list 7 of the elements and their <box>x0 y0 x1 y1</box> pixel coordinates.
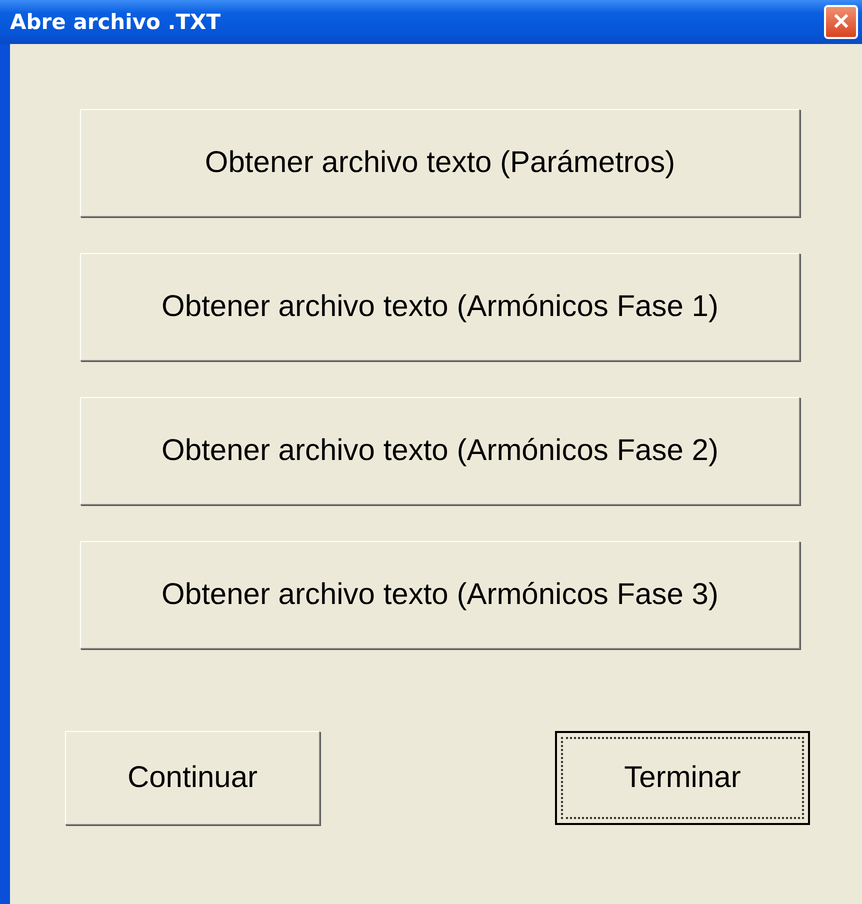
window-title: Abre archivo .TXT <box>10 10 221 34</box>
dialog-button[interactable]: Terminar <box>555 731 810 825</box>
open-file-button[interactable]: Obtener archivo texto (Armónicos Fase 1) <box>80 253 800 361</box>
open-file-button[interactable]: Obtener archivo texto (Parámetros) <box>80 109 800 217</box>
open-file-button[interactable]: Obtener archivo texto (Armónicos Fase 3) <box>80 541 800 649</box>
open-file-button[interactable]: Obtener archivo texto (Armónicos Fase 2) <box>80 397 800 505</box>
dialog-button[interactable]: Continuar <box>65 731 320 825</box>
